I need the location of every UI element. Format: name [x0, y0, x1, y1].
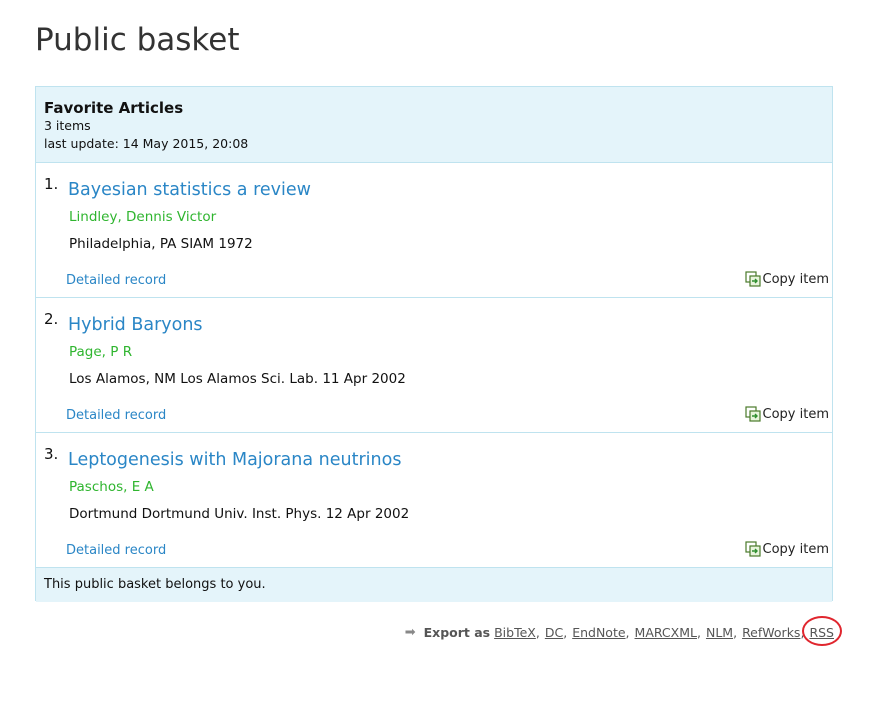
rss-highlight: RSS	[802, 616, 843, 646]
item-publication: Dortmund Dortmund Univ. Inst. Phys. 12 A…	[69, 506, 410, 522]
basket-last-update: last update: 14 May 2015, 20:08	[44, 136, 249, 151]
basket-header: Favorite Articles 3 items last update: 1…	[36, 87, 832, 163]
export-bar: ➡ Export as BibTeX, DC, EndNote, MARCXML…	[404, 616, 843, 646]
item-number: 1.	[44, 175, 59, 193]
export-label: Export as	[423, 625, 491, 640]
basket-name: Favorite Articles	[44, 99, 184, 117]
copy-item-button[interactable]: Copy item	[744, 541, 829, 557]
export-separator: ,	[625, 625, 630, 640]
detailed-record-link[interactable]: Detailed record	[66, 543, 166, 558]
item-number: 3.	[44, 445, 59, 463]
export-dc-link[interactable]: DC	[545, 625, 563, 640]
item-author[interactable]: Lindley, Dennis Victor	[69, 209, 216, 225]
export-separator: ,	[800, 625, 805, 640]
copy-item-label: Copy item	[762, 271, 829, 287]
item-title-link[interactable]: Hybrid Baryons	[68, 315, 203, 335]
export-refworks-link[interactable]: RefWorks	[742, 625, 800, 640]
item-title-link[interactable]: Bayesian statistics a review	[68, 180, 311, 200]
export-separator: ,	[535, 625, 540, 640]
page-title: Public basket	[35, 22, 240, 58]
basket-item-count: 3 items	[44, 118, 91, 133]
copy-item-icon	[744, 271, 761, 287]
list-item: 1. Bayesian statistics a review Lindley,…	[36, 163, 832, 298]
item-author[interactable]: Paschos, E A	[69, 479, 154, 495]
item-publication: Philadelphia, PA SIAM 1972	[69, 236, 253, 252]
list-item: 3. Leptogenesis with Majorana neutrinos …	[36, 433, 832, 568]
copy-item-label: Copy item	[762, 541, 829, 557]
copy-item-label: Copy item	[762, 406, 829, 422]
item-author[interactable]: Page, P R	[69, 344, 132, 360]
export-bibtex-link[interactable]: BibTeX	[494, 625, 536, 640]
export-nlm-link[interactable]: NLM	[706, 625, 733, 640]
basket-panel: Favorite Articles 3 items last update: 1…	[35, 86, 833, 602]
list-item: 2. Hybrid Baryons Page, P R Los Alamos, …	[36, 298, 832, 433]
copy-item-icon	[744, 541, 761, 557]
export-separator: ,	[733, 625, 738, 640]
item-publication: Los Alamos, NM Los Alamos Sci. Lab. 11 A…	[69, 371, 406, 387]
right-arrow-icon: ➡	[404, 625, 416, 640]
export-separator: ,	[563, 625, 568, 640]
copy-item-button[interactable]: Copy item	[744, 271, 829, 287]
detailed-record-link[interactable]: Detailed record	[66, 273, 166, 288]
export-endnote-link[interactable]: EndNote	[572, 625, 625, 640]
export-rss-link[interactable]: RSS	[809, 625, 834, 640]
detailed-record-link[interactable]: Detailed record	[66, 408, 166, 423]
export-marcxml-link[interactable]: MARCXML	[635, 625, 697, 640]
export-separator: ,	[696, 625, 701, 640]
basket-footer: This public basket belongs to you.	[36, 568, 832, 602]
copy-item-icon	[744, 406, 761, 422]
item-number: 2.	[44, 310, 59, 328]
item-title-link[interactable]: Leptogenesis with Majorana neutrinos	[68, 450, 401, 470]
copy-item-button[interactable]: Copy item	[744, 406, 829, 422]
